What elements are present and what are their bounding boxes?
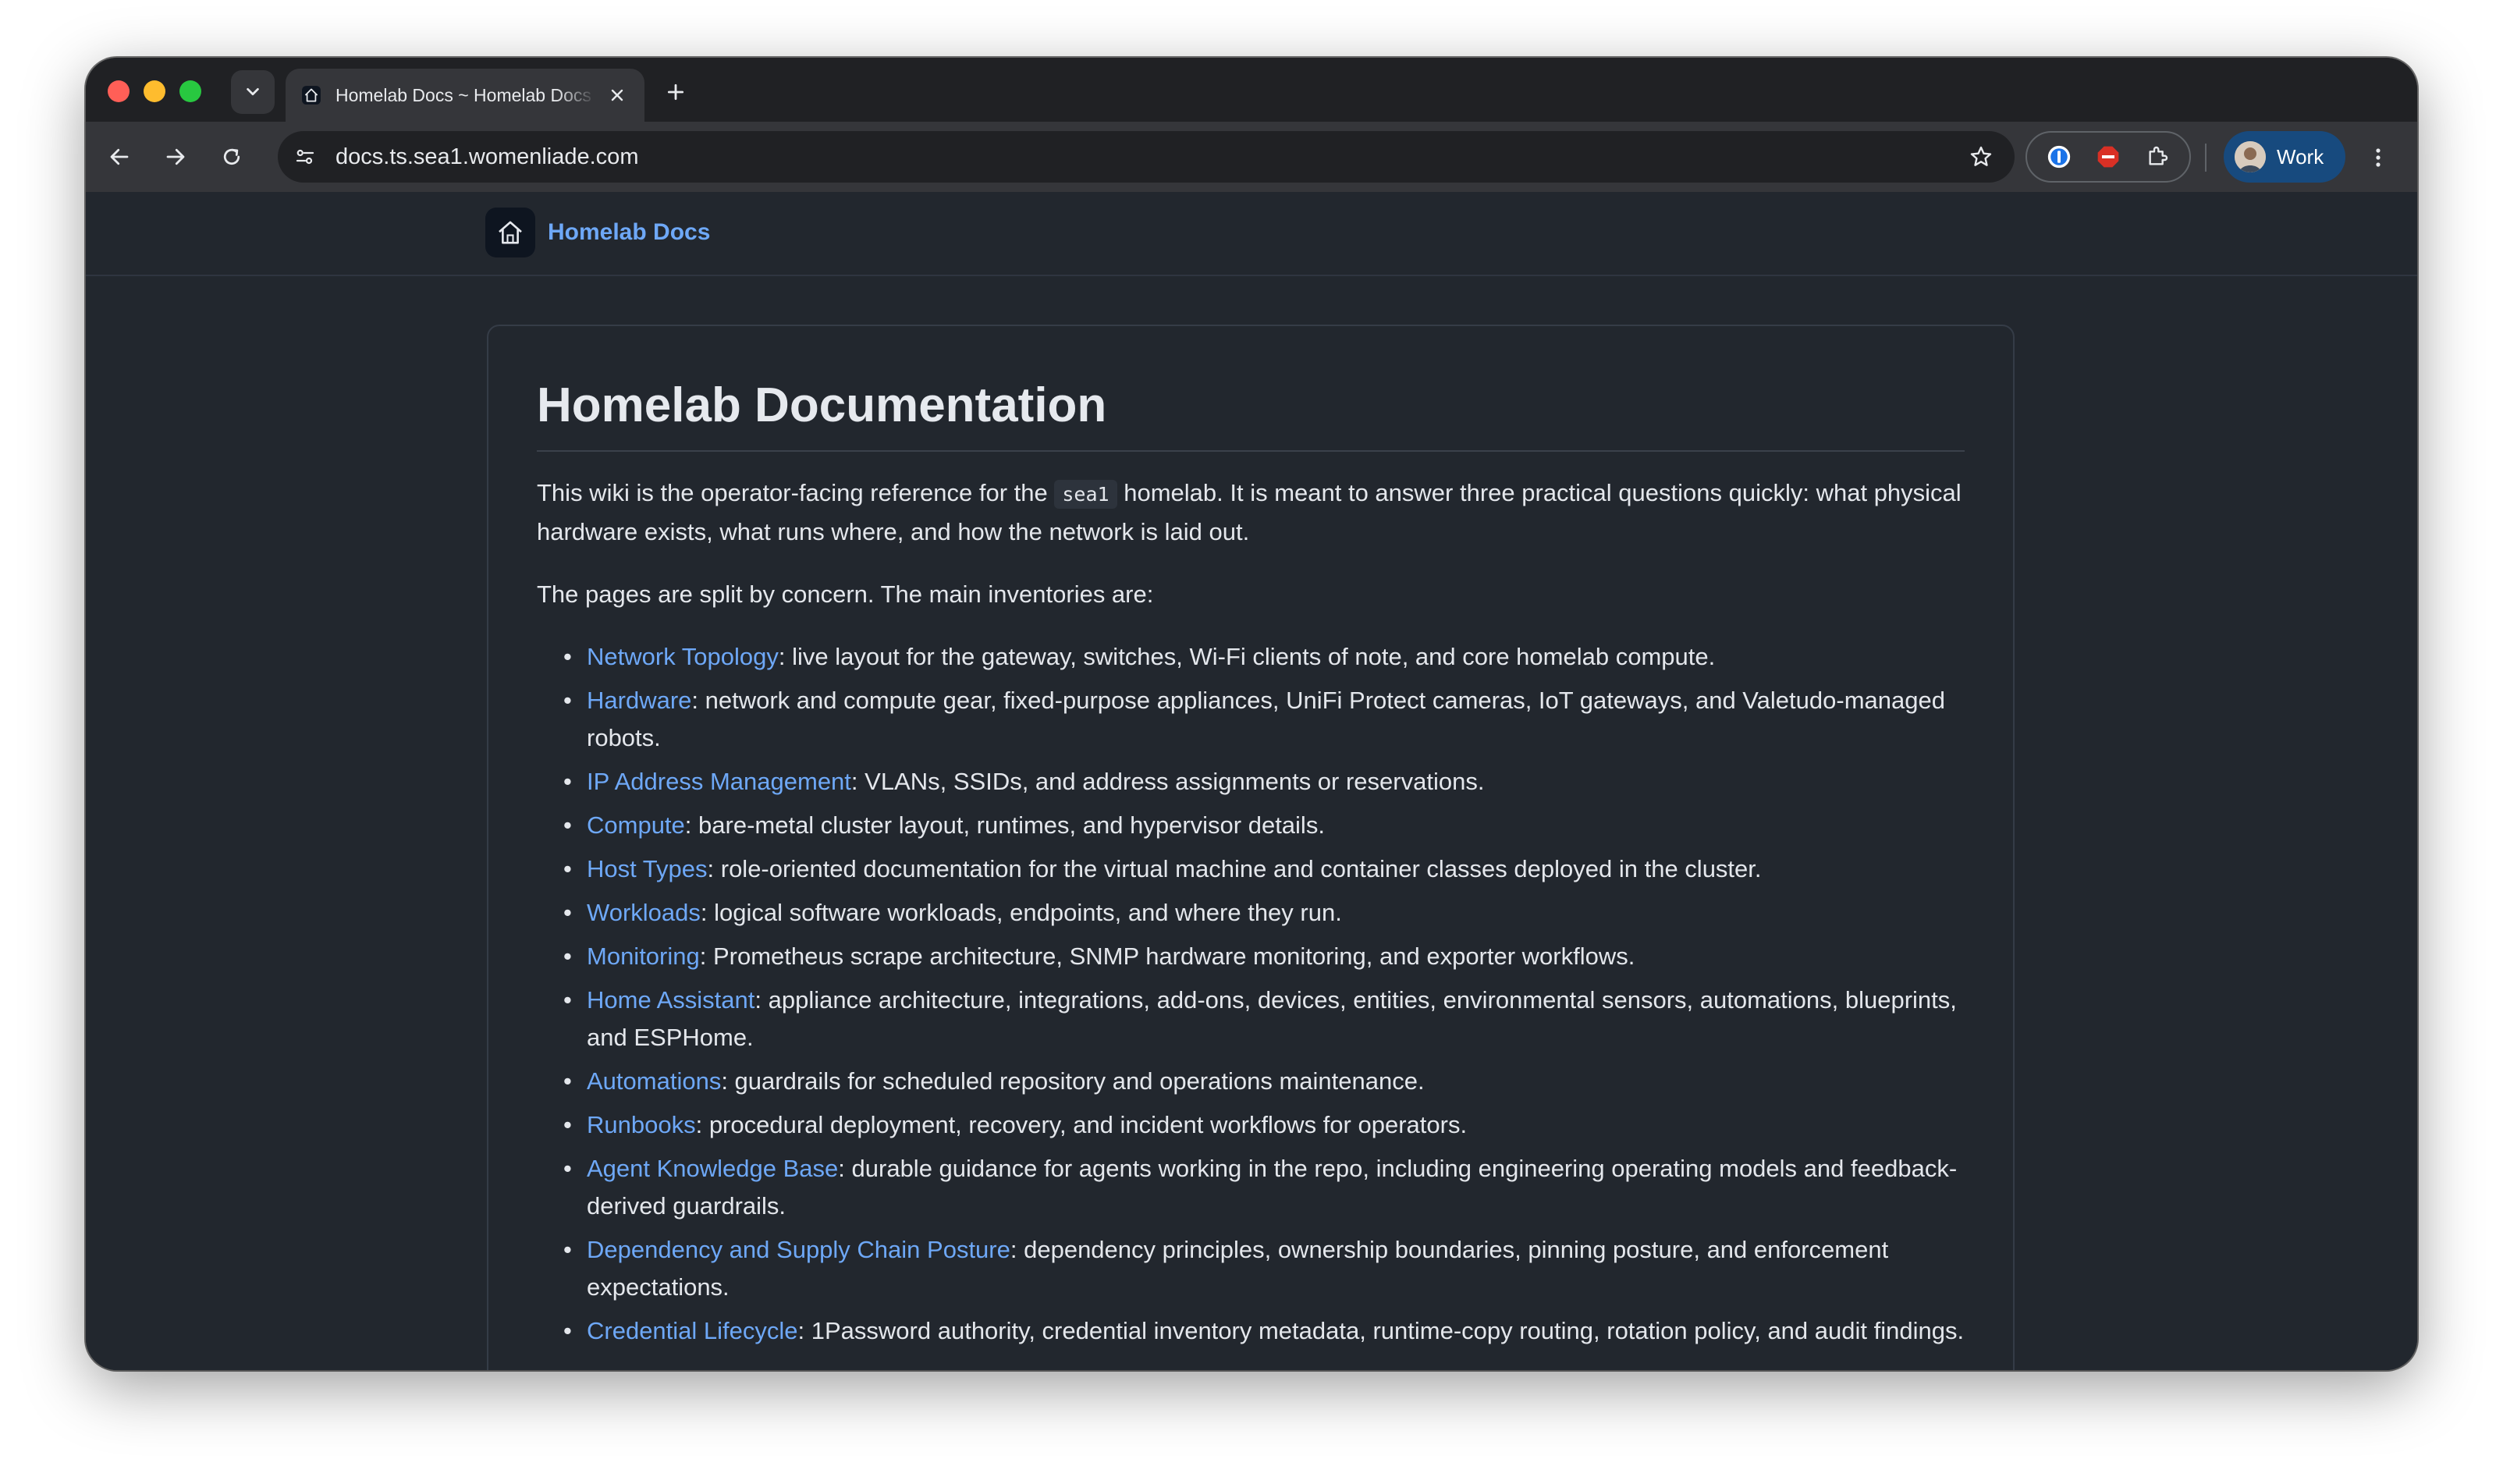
list-item: Runbooks: procedural deployment, recover…	[563, 1106, 1972, 1144]
url-text: docs.ts.sea1.womenliade.com	[336, 144, 639, 169]
list-item-desc: : live layout for the gateway, switches,…	[778, 643, 1716, 670]
link-network-topology[interactable]: Network Topology	[587, 643, 779, 670]
list-item-desc: : logical software workloads, endpoints,…	[700, 899, 1342, 926]
doc-content: This wiki is the operator-facing referen…	[537, 474, 1972, 1356]
link-credential-lifecycle[interactable]: Credential Lifecycle	[587, 1317, 798, 1344]
forward-button[interactable]	[158, 139, 193, 175]
list-item-desc: : guardrails for scheduled repository an…	[721, 1067, 1425, 1095]
list-item: Compute: bare-metal cluster layout, runt…	[563, 807, 1972, 844]
house-icon	[300, 83, 323, 107]
reload-button[interactable]	[214, 139, 250, 175]
list-item-desc: : VLANs, SSIDs, and address assignments …	[850, 768, 1485, 795]
chevron-down-icon	[247, 87, 259, 96]
site-header: Homelab Docs	[86, 192, 2417, 276]
link-runbooks[interactable]: Runbooks	[587, 1111, 696, 1138]
address-bar[interactable]: docs.ts.sea1.womenliade.com	[278, 131, 2015, 183]
tab-active[interactable]: Homelab Docs ~ Homelab Docs	[286, 69, 644, 122]
browser-toolbar: docs.ts.sea1.womenliade.com Work	[86, 122, 2417, 192]
list-item: IP Address Management: VLANs, SSIDs, and…	[563, 763, 1972, 801]
list-item: Credential Lifecycle: 1Password authorit…	[563, 1312, 1972, 1350]
browser-menu-icon[interactable]	[2363, 140, 2394, 175]
link-ip-address-management[interactable]: IP Address Management	[587, 768, 851, 795]
bookmark-star-icon[interactable]	[1965, 140, 1997, 173]
profile-button[interactable]: Work	[2224, 131, 2345, 183]
profile-label: Work	[2277, 144, 2324, 169]
house-icon	[485, 208, 535, 257]
intro-paragraph: This wiki is the operator-facing referen…	[537, 474, 1972, 551]
close-window-button[interactable]	[108, 80, 130, 102]
link-compute[interactable]: Compute	[587, 811, 685, 839]
site-brand-link[interactable]: Homelab Docs	[485, 208, 710, 257]
list-item-desc: : appliance architecture, integrations, …	[587, 986, 1957, 1051]
list-item: Automations: guardrails for scheduled re…	[563, 1063, 1972, 1100]
list-item-desc: : bare-metal cluster layout, runtimes, a…	[684, 811, 1325, 839]
link-home-assistant[interactable]: Home Assistant	[587, 986, 754, 1014]
extensions-group	[2025, 131, 2191, 183]
list-item: Agent Knowledge Base: durable guidance f…	[563, 1150, 1972, 1225]
arrow-left-icon	[110, 148, 129, 165]
tab-search-button[interactable]	[231, 70, 275, 114]
list-item-desc: : role-oriented documentation for the vi…	[707, 855, 1762, 882]
avatar	[2235, 141, 2266, 172]
list-item: Network Topology: live layout for the ga…	[563, 638, 1972, 676]
list-item-desc: : network and compute gear, fixed-purpos…	[587, 687, 1945, 751]
inline-code: sea1	[1054, 480, 1117, 509]
list-item-desc: : Prometheus scrape architecture, SNMP h…	[699, 943, 1635, 970]
link-host-types[interactable]: Host Types	[587, 855, 708, 882]
close-tab-icon[interactable]	[604, 82, 630, 108]
page-title: Homelab Documentation	[537, 378, 1965, 452]
list-item: Dependency and Supply Chain Posture: dep…	[563, 1231, 1972, 1306]
page-viewport: Homelab Docs Homelab Documentation This …	[86, 192, 2417, 1370]
inventory-list: Network Topology: live layout for the ga…	[537, 638, 1972, 1350]
link-agent-knowledge-base[interactable]: Agent Knowledge Base	[587, 1155, 838, 1182]
lead-paragraph: The pages are split by concern. The main…	[537, 580, 1154, 608]
site-settings-icon[interactable]	[289, 140, 321, 173]
list-item: Workloads: logical software workloads, e…	[563, 894, 1972, 932]
minimize-window-button[interactable]	[144, 80, 165, 102]
list-item: Monitoring: Prometheus scrape architectu…	[563, 938, 1972, 975]
reload-icon	[223, 148, 240, 165]
password-manager-extension-icon[interactable]	[2043, 141, 2075, 172]
link-monitoring[interactable]: Monitoring	[587, 943, 700, 970]
list-item-desc: : procedural deployment, recovery, and i…	[695, 1111, 1468, 1138]
intro-text-before: This wiki is the operator-facing referen…	[537, 479, 1048, 506]
arrow-right-icon	[166, 148, 185, 165]
list-item: Home Assistant: appliance architecture, …	[563, 982, 1972, 1056]
ad-blocker-extension-icon[interactable]	[2093, 141, 2124, 172]
site-title: Homelab Docs	[548, 219, 711, 245]
link-dependency-supply-chain[interactable]: Dependency and Supply Chain Posture	[587, 1236, 1010, 1263]
tab-strip: Homelab Docs ~ Homelab Docs	[86, 58, 2417, 122]
link-automations[interactable]: Automations	[587, 1067, 721, 1095]
extensions-puzzle-icon[interactable]	[2142, 141, 2173, 172]
list-item: Host Types: role-oriented documentation …	[563, 850, 1972, 888]
tab-title: Homelab Docs ~ Homelab Docs	[336, 84, 591, 105]
browser-window: Homelab Docs ~ Homelab Docs docs.ts.sea1…	[86, 58, 2417, 1370]
link-workloads[interactable]: Workloads	[587, 899, 701, 926]
plus-icon	[667, 83, 684, 101]
maximize-window-button[interactable]	[179, 80, 201, 102]
list-item-desc: : 1Password authority, credential invent…	[797, 1317, 1965, 1344]
toolbar-divider	[2205, 144, 2207, 172]
new-tab-button[interactable]	[660, 76, 691, 108]
list-item: Hardware: network and compute gear, fixe…	[563, 682, 1972, 757]
doc-card: Homelab Documentation This wiki is the o…	[487, 325, 2015, 1370]
back-button[interactable]	[101, 139, 137, 175]
link-hardware[interactable]: Hardware	[587, 687, 691, 714]
